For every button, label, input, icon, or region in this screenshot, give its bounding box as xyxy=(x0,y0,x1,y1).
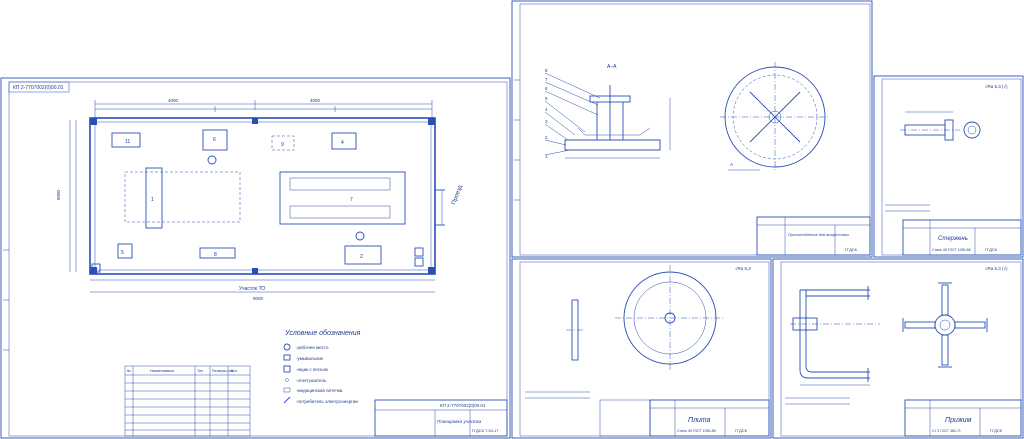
equip-7: 7 xyxy=(350,197,353,203)
sheet5-roughness: √Ra 6,3 (√) xyxy=(985,266,1008,271)
sheet3-roughness: √Ra 6,3 (√) xyxy=(985,84,1008,89)
part-2: 2 xyxy=(545,135,548,140)
part-3: 3 xyxy=(545,119,548,124)
sheet-clamp: √Ra 6,3 (√) Прижим Ст 3 ГОСТ 380-71 ГГДС… xyxy=(772,258,1024,439)
legend: Условные обозначения -рабочее место -умы… xyxy=(283,329,361,404)
sheet1-title-block: КП 2-7707002(0)00.01 Планировка участка … xyxy=(374,399,508,437)
building-outline xyxy=(89,117,445,275)
sheet5-title-block: Прижим Ст 3 ГОСТ 380-71 ГГДСК xyxy=(904,399,1022,437)
sheet4-group: ГГДСК xyxy=(735,428,748,433)
sheet1-stamp: КП 2-7707002(0)00.01 xyxy=(440,403,486,408)
equip-4: 4 xyxy=(341,140,344,146)
part-leaders: 8 7 6 5 4 3 2 1 xyxy=(544,68,601,159)
part-6: 6 xyxy=(545,86,548,91)
sheet1-group: ГГДСК Т.34-17 xyxy=(472,428,499,433)
drawing-canvas: КП 2-7707002(0)00.01 4000 4000 6000 Учас… xyxy=(0,0,1024,439)
part-7: 7 xyxy=(545,77,548,82)
equip-2: 2 xyxy=(360,254,363,260)
sheet-workshop-layout: КП 2-7707002(0)00.01 4000 4000 6000 Учас… xyxy=(0,77,511,439)
legend-item-5: -потребитель электроэнергии xyxy=(296,399,358,404)
sheet1-title: Планировка участка xyxy=(437,419,482,424)
dim-top-2: 4000 xyxy=(310,98,321,103)
equip-5: 5 xyxy=(121,250,124,256)
spec-col-1: Наименование xyxy=(150,369,174,373)
dim-height: 6000 xyxy=(56,189,61,200)
sheet3-title-block: Стержень Сталь 45 ГОСТ 1050-88 ГГДСК xyxy=(902,219,1022,256)
sheet5-title: Прижим xyxy=(945,417,972,424)
part-1: 1 xyxy=(545,154,548,159)
sheet5-material: Ст 3 ГОСТ 380-71 xyxy=(932,429,961,433)
equip-11: 11 xyxy=(125,139,130,145)
equip-9: 9 xyxy=(281,142,284,148)
sheet2-title: Приспособление для выпрессовки xyxy=(788,233,850,237)
spec-col-0: № xyxy=(127,369,131,373)
sheet4-material: Сталь 45 ГОСТ 1050-88 xyxy=(677,429,716,433)
drive-label: Проезд xyxy=(451,184,464,206)
legend-item-1: -умывальник xyxy=(296,356,323,361)
part-5: 5 xyxy=(545,96,548,101)
sheet5-group: ГГДСК xyxy=(990,428,1003,433)
sheet3-group: ГГДСК xyxy=(985,247,998,252)
sheet4-roughness: √Ra 6,3 xyxy=(735,266,751,271)
sheet3-material: Сталь 45 ГОСТ 1050-88 xyxy=(932,248,971,252)
area-label: Участок ТО xyxy=(239,286,265,292)
sheet-rod: √Ra 6,3 (√) Стержень Сталь 45 ГОСТ 1050-… xyxy=(873,75,1024,258)
equip-8: 8 xyxy=(214,252,217,258)
legend-item-4: -медицинская аптечка xyxy=(296,388,343,393)
sheet3-title: Стержень xyxy=(938,236,968,242)
legend-title: Условные обозначения xyxy=(284,329,361,337)
clamp-plan xyxy=(902,282,988,368)
dim-total: 9000 xyxy=(253,296,264,301)
sheet1-stamp-code: КП 2-7707002(0)00.01 xyxy=(13,85,64,91)
spec-table: № Наименование Тип Размеры, мм Кол. xyxy=(124,365,251,437)
equip-1: 1 xyxy=(151,197,154,203)
spec-col-4: Кол. xyxy=(231,369,238,373)
legend-item-0: -рабочее место xyxy=(296,345,329,350)
plan-view: А xyxy=(720,62,830,172)
clamp-drawing xyxy=(790,286,880,386)
part-8: 8 xyxy=(545,68,548,73)
sheet4-title: Плита xyxy=(688,417,711,424)
section-label: А–А xyxy=(607,64,617,70)
part-4: 4 xyxy=(545,107,548,112)
dim-top-1: 4000 xyxy=(168,98,179,103)
sheet2-group: ГГДСК xyxy=(845,247,858,252)
sheet4-title-block: Плита Сталь 45 ГОСТ 1050-88 ГГДСК xyxy=(649,399,770,437)
arrow-label: А xyxy=(730,162,733,167)
legend-item-3: -огнетушитель xyxy=(296,378,327,383)
rod-drawing xyxy=(900,111,981,141)
equipment: 11 6 9 4 1 7 5 8 2 xyxy=(91,129,424,273)
sheet-assembly: А–А 8 7 6 5 4 3 2 1 А Приспособление для… xyxy=(511,0,873,258)
plate-drawing xyxy=(566,265,725,370)
sheet-plate: √Ra 6,3 Плита Сталь 45 ГОСТ 1050-88 ГГДС… xyxy=(511,258,772,439)
spec-col-2: Тип xyxy=(197,369,203,373)
legend-item-2: -ящик с песком xyxy=(296,367,328,372)
equip-6: 6 xyxy=(213,137,216,143)
sheet2-title-block: Приспособление для выпрессовки ГГДСК xyxy=(756,216,871,256)
